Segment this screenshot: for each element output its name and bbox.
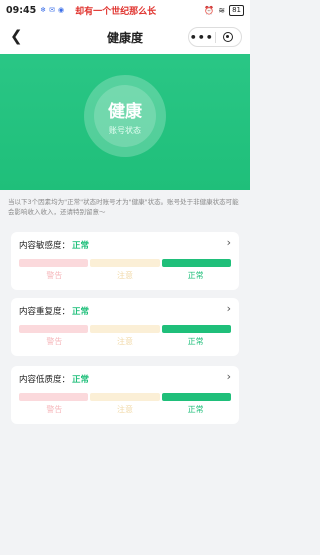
scale-segment-warn: [19, 259, 89, 267]
scale-segment-warn: [19, 325, 89, 333]
navigation-bar: ❮ 健康度 •••: [0, 20, 250, 54]
scale-segment-note: [90, 325, 160, 333]
scale-segment-ok: [161, 325, 231, 333]
scale-label-note: 注意: [117, 271, 133, 280]
card-content-sensitivity[interactable]: 内容敏感度： 正常 › 警告 注意 正常: [11, 232, 239, 290]
card-value: 正常: [72, 375, 90, 385]
chevron-right-icon[interactable]: ›: [227, 236, 231, 249]
alarm-icon: ⏰: [204, 5, 215, 15]
chevron-right-icon[interactable]: ›: [227, 370, 231, 383]
wifi-icon: ≋: [218, 5, 226, 15]
app-notification-icon: ❄: [40, 6, 47, 14]
card-label: 内容重复度： 正常: [19, 307, 90, 317]
health-status-subtitle: 账号状态: [109, 125, 141, 135]
card-label: 内容低质度： 正常: [19, 375, 90, 385]
app-notification-icon-2: ✉: [49, 6, 55, 14]
back-icon[interactable]: ❮: [10, 27, 23, 45]
app-notification-icon-3: ◉: [58, 6, 65, 14]
card-value: 正常: [72, 241, 90, 251]
scale-label-note: 注意: [117, 337, 133, 346]
scale-label-note: 注意: [117, 405, 133, 414]
scale-labels: 警告 注意 正常: [19, 270, 231, 281]
more-icon[interactable]: •••: [189, 31, 215, 44]
health-status-text: 健康: [108, 101, 142, 122]
miniprogram-capsule: •••: [188, 27, 242, 47]
scale-labels: 警告 注意 正常: [19, 336, 231, 347]
status-scale-bar: [19, 325, 231, 333]
health-notice-text: 当以下3个因素均为"正常"状态时账号才为"健康"状态。账号处于非健康状态可能会影…: [8, 198, 239, 216]
scale-segment-note: [90, 259, 160, 267]
status-scale-bar: [19, 259, 231, 267]
card-content-duplication[interactable]: 内容重复度： 正常 › 警告 注意 正常: [11, 298, 239, 356]
status-time: 09:45: [6, 4, 37, 16]
close-icon[interactable]: [216, 32, 242, 42]
status-right-icons: ⏰ ≋ 81: [204, 4, 244, 16]
battery-icon: 81: [229, 4, 244, 16]
status-scale-bar: [19, 393, 231, 401]
chevron-right-icon[interactable]: ›: [227, 302, 231, 315]
scale-segment-ok: [161, 393, 231, 401]
scale-label-ok: 正常: [187, 337, 204, 346]
scale-label-warn: 警告: [46, 271, 63, 280]
scale-segment-note: [90, 393, 160, 401]
health-status-circle: 健康 账号状态: [84, 75, 166, 157]
scale-label-warn: 警告: [46, 337, 63, 346]
scale-label-ok: 正常: [187, 271, 204, 280]
scale-segment-ok: [161, 259, 231, 267]
card-value: 正常: [72, 307, 90, 317]
page-title: 健康度: [106, 30, 143, 45]
overlay-banner-text: 却有一个世纪那么长: [75, 6, 157, 17]
card-label: 内容敏感度： 正常: [19, 241, 90, 251]
status-bar: 09:45 ❄ ✉ ◉ 却有一个世纪那么长 ⏰ ≋ 81: [0, 0, 250, 20]
scale-label-warn: 警告: [46, 405, 63, 414]
scale-labels: 警告 注意 正常: [19, 404, 231, 415]
scale-label-ok: 正常: [187, 405, 204, 414]
scale-segment-warn: [19, 393, 89, 401]
card-content-low-quality[interactable]: 内容低质度： 正常 › 警告 注意 正常: [11, 366, 239, 424]
